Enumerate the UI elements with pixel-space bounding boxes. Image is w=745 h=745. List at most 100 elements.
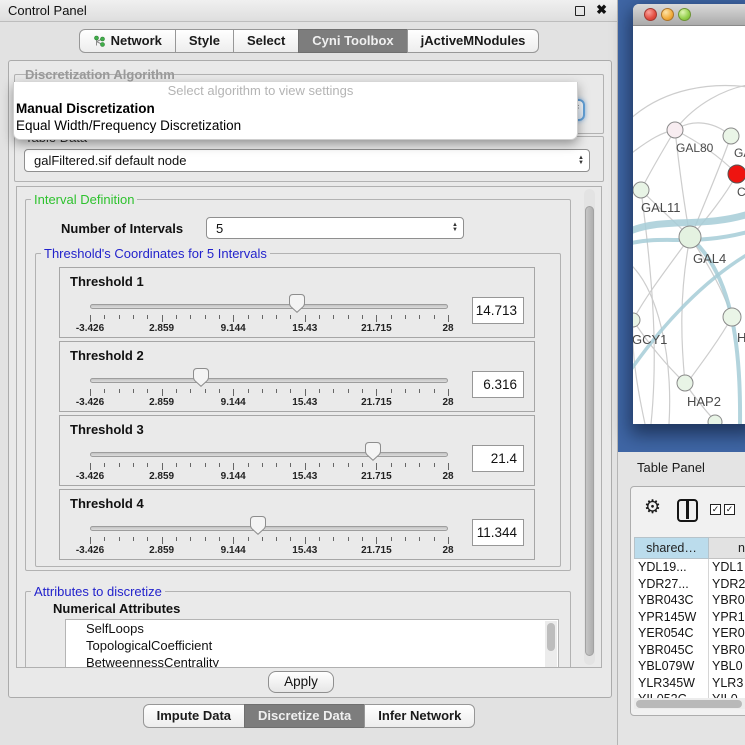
table-row[interactable]: YBR043CYBR0 bbox=[634, 592, 745, 609]
network-node[interactable] bbox=[708, 415, 722, 424]
bottom-tab-discretize-data[interactable]: Discretize Data bbox=[244, 704, 365, 728]
column-header-name[interactable]: n bbox=[709, 537, 745, 559]
table-row[interactable]: YIL052CYIL0 bbox=[634, 691, 745, 698]
checkbox-icon[interactable]: ✓ bbox=[710, 504, 721, 515]
settings-scrollbar-thumb[interactable] bbox=[585, 206, 594, 656]
attributes-scrollbar-thumb[interactable] bbox=[547, 623, 555, 651]
table-cell-shared-name[interactable]: YDR27... bbox=[634, 576, 709, 593]
threshold-value-field[interactable]: 21.4 bbox=[472, 445, 524, 472]
tab-select[interactable]: Select bbox=[233, 29, 299, 53]
network-node-gal4[interactable] bbox=[679, 226, 701, 248]
threshold-value-field[interactable]: 6.316 bbox=[472, 371, 524, 398]
table-cell-name[interactable]: YDL1 bbox=[709, 559, 745, 576]
network-canvas[interactable]: GAL80GACGAL11GAL4GCY1HHAP2 bbox=[633, 26, 745, 424]
network-node-gcy1[interactable] bbox=[633, 313, 640, 327]
table-cell-name[interactable]: YIL0 bbox=[709, 691, 745, 698]
table-cell-name[interactable]: YPR1 bbox=[709, 609, 745, 626]
network-node-hap2[interactable] bbox=[677, 375, 693, 391]
threshold-slider-track[interactable] bbox=[90, 378, 448, 383]
minimize-light-icon[interactable] bbox=[661, 8, 674, 21]
table-horizontal-scrollbar[interactable] bbox=[634, 698, 745, 709]
threshold-slider-thumb[interactable] bbox=[365, 442, 381, 461]
network-edge[interactable] bbox=[690, 237, 732, 317]
network-edge[interactable] bbox=[682, 237, 690, 383]
table-row[interactable]: YDL19...YDL1 bbox=[634, 559, 745, 576]
network-node-gal11[interactable] bbox=[633, 182, 649, 198]
tab-cyni-toolbox[interactable]: Cyni Toolbox bbox=[298, 29, 407, 53]
threshold-slider-track[interactable] bbox=[90, 304, 448, 309]
float-icon[interactable] bbox=[575, 6, 585, 16]
slider-tick bbox=[162, 537, 163, 544]
slider-tick bbox=[348, 463, 349, 467]
table-cell-name[interactable]: YBL0 bbox=[709, 658, 745, 675]
table-cell-name[interactable]: YDR2 bbox=[709, 576, 745, 593]
slider-tick bbox=[290, 537, 291, 541]
gear-icon[interactable]: ⚙ bbox=[644, 498, 661, 517]
bottom-tab-impute-data[interactable]: Impute Data bbox=[143, 704, 245, 728]
table-data-combobox[interactable]: galFiltered.sif default node ▲▼ bbox=[24, 149, 590, 172]
slider-tick bbox=[276, 315, 277, 319]
table-row[interactable]: YBR045CYBR0 bbox=[634, 642, 745, 659]
network-edge[interactable] bbox=[691, 174, 737, 237]
attributes-scrollbar[interactable] bbox=[545, 621, 557, 668]
table-cell-shared-name[interactable]: YPR145W bbox=[634, 609, 709, 626]
apply-button[interactable]: Apply bbox=[268, 671, 334, 693]
column-header-shared-name[interactable]: shared… bbox=[634, 537, 709, 559]
tab-style[interactable]: Style bbox=[175, 29, 234, 53]
zoom-light-icon[interactable] bbox=[678, 8, 691, 21]
network-edge[interactable] bbox=[687, 317, 732, 383]
close-light-icon[interactable] bbox=[644, 8, 657, 21]
threshold-slider-thumb[interactable] bbox=[250, 516, 266, 535]
column-view-icon[interactable] bbox=[677, 499, 698, 522]
slider-tick-label: 9.144 bbox=[211, 323, 255, 334]
algorithm-option-manual-discretization[interactable]: Manual Discretization bbox=[14, 100, 577, 117]
slider-tick bbox=[219, 537, 220, 541]
bottom-tab-infer-network[interactable]: Infer Network bbox=[364, 704, 475, 728]
network-edge[interactable] bbox=[641, 130, 675, 190]
table-header-row: shared… n bbox=[634, 537, 745, 559]
table-cell-shared-name[interactable]: YDL19... bbox=[634, 559, 709, 576]
attribute-item-selfloops[interactable]: SelfLoops bbox=[66, 620, 558, 637]
checkbox-icon[interactable]: ✓ bbox=[724, 504, 735, 515]
table-cell-name[interactable]: YLR3 bbox=[709, 675, 745, 692]
thresholds-group-title: Threshold's Coordinates for 5 Intervals bbox=[41, 246, 270, 261]
network-node-ga[interactable] bbox=[723, 128, 739, 144]
table-row[interactable]: YLR345WYLR3 bbox=[634, 675, 745, 692]
network-edge[interactable] bbox=[633, 320, 685, 383]
table-horizontal-scrollbar-thumb[interactable] bbox=[636, 700, 742, 708]
numerical-attributes-list[interactable]: SelfLoopsTopologicalCoefficientBetweenne… bbox=[65, 619, 559, 668]
table-cell-shared-name[interactable]: YLR345W bbox=[634, 675, 709, 692]
algorithm-option-equal-width-frequency[interactable]: Equal Width/Frequency Discretization bbox=[14, 117, 577, 134]
tab-jactivemnodules[interactable]: jActiveMNodules bbox=[407, 29, 540, 53]
table-cell-name[interactable]: YBR0 bbox=[709, 592, 745, 609]
table-cell-name[interactable]: YBR0 bbox=[709, 642, 745, 659]
network-node-c[interactable] bbox=[728, 165, 745, 183]
table-cell-shared-name[interactable]: YBR043C bbox=[634, 592, 709, 609]
threshold-slider-track[interactable] bbox=[90, 452, 448, 457]
table-cell-shared-name[interactable]: YER054C bbox=[634, 625, 709, 642]
table-row[interactable]: YDR27...YDR2 bbox=[634, 576, 745, 593]
bottom-tab-label: Discretize Data bbox=[258, 705, 351, 727]
slider-tick bbox=[133, 537, 134, 541]
attribute-item-betweennesscentrality[interactable]: BetweennessCentrality bbox=[66, 654, 558, 668]
network-node-h[interactable] bbox=[723, 308, 741, 326]
network-node-gal80[interactable] bbox=[667, 122, 683, 138]
threshold-value-field[interactable]: 14.713 bbox=[472, 297, 524, 324]
table-cell-shared-name[interactable]: YBL079W bbox=[634, 658, 709, 675]
tab-network[interactable]: Network bbox=[79, 29, 176, 53]
attribute-item-topologicalcoefficient[interactable]: TopologicalCoefficient bbox=[66, 637, 558, 654]
threshold-value-field[interactable]: 11.344 bbox=[472, 519, 524, 546]
network-window-titlebar[interactable] bbox=[633, 4, 745, 26]
close-icon[interactable]: ✖ bbox=[596, 2, 607, 18]
threshold-slider-thumb[interactable] bbox=[193, 368, 209, 387]
threshold-slider-track[interactable] bbox=[90, 526, 448, 531]
table-row[interactable]: YBL079WYBL0 bbox=[634, 658, 745, 675]
threshold-slider-thumb[interactable] bbox=[289, 294, 305, 313]
table-cell-shared-name[interactable]: YBR045C bbox=[634, 642, 709, 659]
number-of-intervals-combobox[interactable]: 5 ▲▼ bbox=[206, 217, 464, 239]
table-row[interactable]: YER054CYER0 bbox=[634, 625, 745, 642]
table-row[interactable]: YPR145WYPR1 bbox=[634, 609, 745, 626]
table-cell-name[interactable]: YER0 bbox=[709, 625, 745, 642]
slider-tick bbox=[90, 463, 91, 470]
table-cell-shared-name[interactable]: YIL052C bbox=[634, 691, 709, 698]
